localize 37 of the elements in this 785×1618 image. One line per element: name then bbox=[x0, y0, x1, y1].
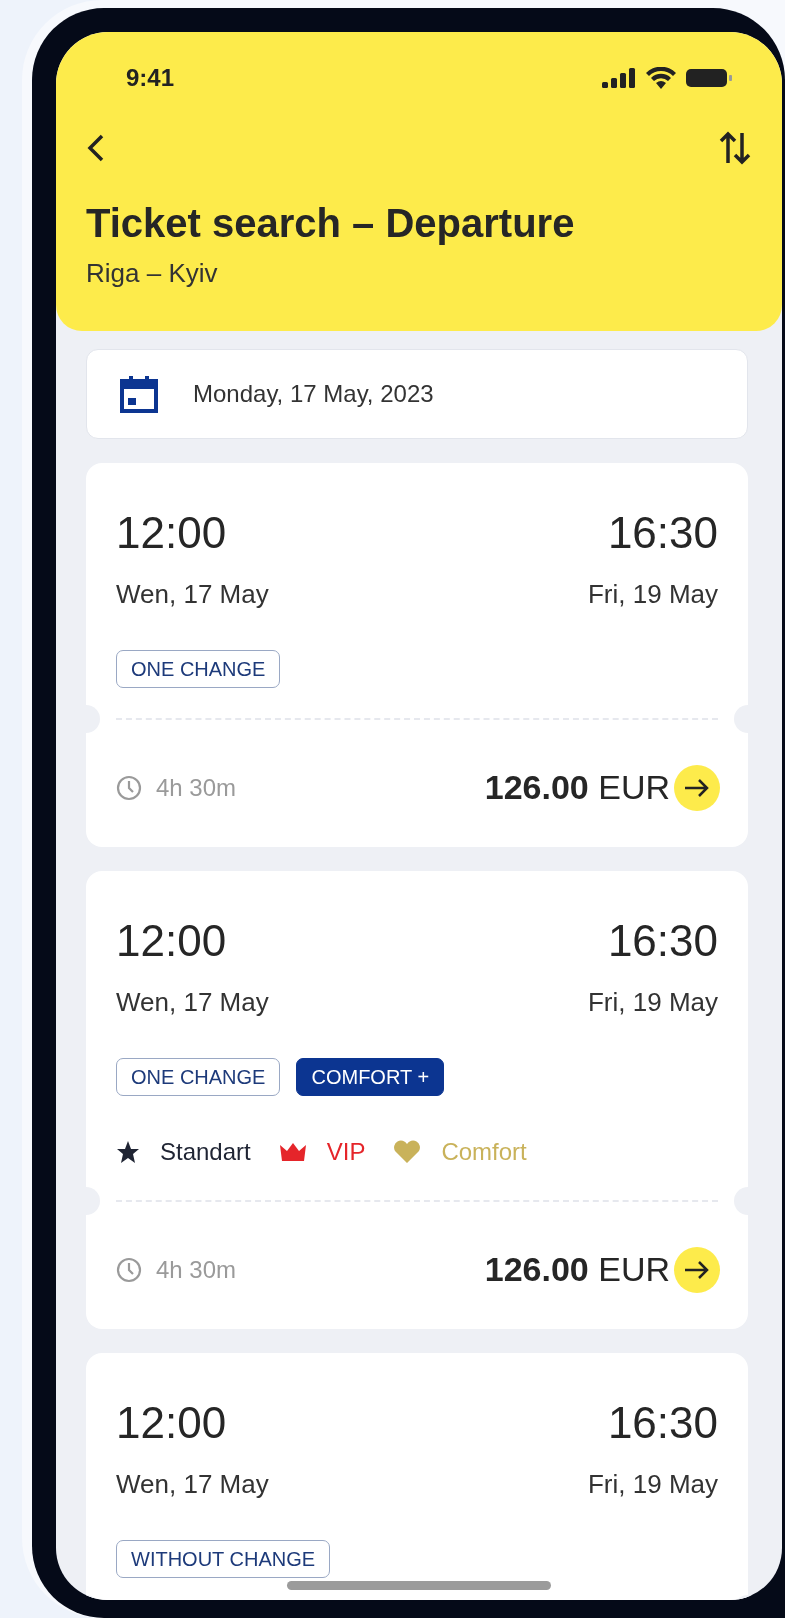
departure-time: 12:00 bbox=[116, 919, 227, 963]
tag: ONE CHANGE bbox=[116, 1058, 281, 1096]
ticket-price: 126.00 EUR bbox=[484, 767, 670, 808]
select-ticket-button[interactable] bbox=[674, 1246, 720, 1293]
class-label: VIP bbox=[326, 1137, 366, 1167]
departure-time: 12:00 bbox=[116, 1401, 227, 1445]
page-title: Ticket search – Departure bbox=[86, 200, 576, 247]
arrival-time: 16:30 bbox=[607, 1401, 718, 1445]
select-ticket-button[interactable] bbox=[674, 764, 720, 811]
departure-date: Wen, 17 May bbox=[116, 986, 269, 1019]
battery-icon bbox=[686, 68, 732, 88]
arrival-date: Fri, 19 May bbox=[587, 986, 718, 1019]
arrow-right-icon bbox=[684, 1260, 710, 1279]
signal-icon bbox=[602, 68, 636, 88]
tag: WITHOUT CHANGE bbox=[116, 1540, 331, 1578]
tag: ONE CHANGE bbox=[116, 650, 281, 688]
arrival-time: 16:30 bbox=[607, 919, 718, 963]
date-field[interactable]: Monday, 17 May, 2023 bbox=[86, 349, 748, 439]
route-subtitle: Riga – Kyiv bbox=[86, 257, 219, 290]
arrival-time: 16:30 bbox=[607, 511, 718, 555]
tag: COMFORT + bbox=[296, 1058, 445, 1096]
arrival-date: Fri, 19 May bbox=[587, 1468, 718, 1501]
wifi-icon bbox=[646, 67, 676, 89]
trip-duration: 4h 30m bbox=[156, 1254, 237, 1285]
calendar-icon bbox=[119, 374, 159, 414]
status-time: 9:41 bbox=[126, 63, 175, 93]
arrow-right-icon bbox=[684, 778, 710, 797]
departure-time: 12:00 bbox=[116, 511, 227, 555]
departure-date: Wen, 17 May bbox=[116, 1468, 269, 1501]
ticket-price: 126.00 EUR bbox=[484, 1249, 670, 1290]
clock-icon bbox=[116, 1256, 142, 1283]
class-label: Standart bbox=[160, 1137, 251, 1167]
arrival-date: Fri, 19 May bbox=[587, 578, 718, 611]
clock-icon bbox=[116, 774, 142, 801]
departure-date: Wen, 17 May bbox=[116, 578, 269, 611]
trip-duration: 4h 30m bbox=[156, 772, 237, 803]
class-label: Comfort bbox=[441, 1137, 527, 1167]
